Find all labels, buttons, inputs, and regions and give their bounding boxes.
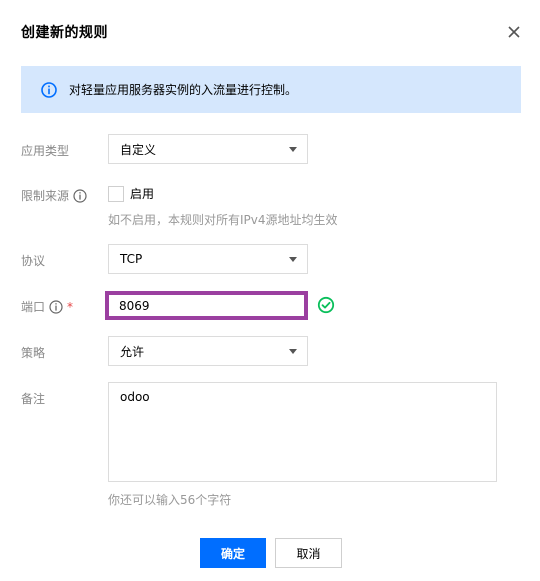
source-label: 限制来源 — [21, 187, 87, 204]
protocol-label-text: 协议 — [21, 254, 46, 268]
policy-label: 策略 — [21, 344, 45, 361]
source-enable-label: 启用 — [130, 187, 155, 201]
app-type-label-text: 应用类型 — [21, 144, 70, 158]
source-enable-checkbox[interactable] — [108, 185, 124, 202]
required-mark: * — [67, 299, 74, 314]
remark-textarea[interactable]: odoo — [108, 382, 497, 482]
policy-label-text: 策略 — [21, 346, 46, 360]
question-icon[interactable] — [73, 188, 87, 203]
chevron-down-icon — [289, 147, 297, 152]
remark-label-text: 备注 — [21, 392, 46, 406]
cancel-button[interactable]: 取消 — [275, 538, 342, 568]
app-type-value: 自定义 — [120, 142, 157, 157]
remark-value: odoo — [120, 390, 150, 404]
check-circle-icon — [317, 296, 335, 314]
chevron-down-icon — [289, 349, 297, 354]
source-hint: 如不启用，本规则对所有IPv4源地址均生效 — [108, 213, 338, 227]
info-notice: 对轻量应用服务器实例的入流量进行控制。 — [21, 66, 521, 113]
protocol-value: TCP — [120, 252, 143, 266]
port-input[interactable]: 8069 — [105, 291, 308, 320]
notice-text: 对轻量应用服务器实例的入流量进行控制。 — [69, 83, 298, 97]
policy-select[interactable]: 允许 — [108, 336, 308, 366]
port-value: 8069 — [119, 298, 150, 313]
policy-value: 允许 — [120, 344, 145, 359]
source-enable-row: 启用 — [108, 185, 154, 202]
info-icon — [41, 81, 57, 98]
dialog-title: 创建新的规则 — [21, 25, 108, 41]
port-label: 端口 * — [21, 298, 73, 315]
remark-hint: 你还可以输入56个字符 — [108, 493, 232, 507]
chevron-down-icon — [289, 257, 297, 262]
create-rule-dialog: 创建新的规则 对轻量应用服务器实例的入流量进行控制。 应用类型 自定义 限制来源… — [0, 0, 540, 581]
protocol-label: 协议 — [21, 252, 45, 269]
close-icon[interactable] — [505, 23, 523, 41]
source-label-text: 限制来源 — [21, 189, 70, 203]
question-icon[interactable] — [49, 299, 63, 314]
remark-label: 备注 — [21, 390, 45, 407]
protocol-select[interactable]: TCP — [108, 244, 308, 274]
confirm-button[interactable]: 确定 — [200, 538, 266, 568]
port-label-text: 端口 — [21, 300, 46, 314]
app-type-label: 应用类型 — [21, 142, 69, 159]
app-type-select[interactable]: 自定义 — [108, 134, 308, 164]
